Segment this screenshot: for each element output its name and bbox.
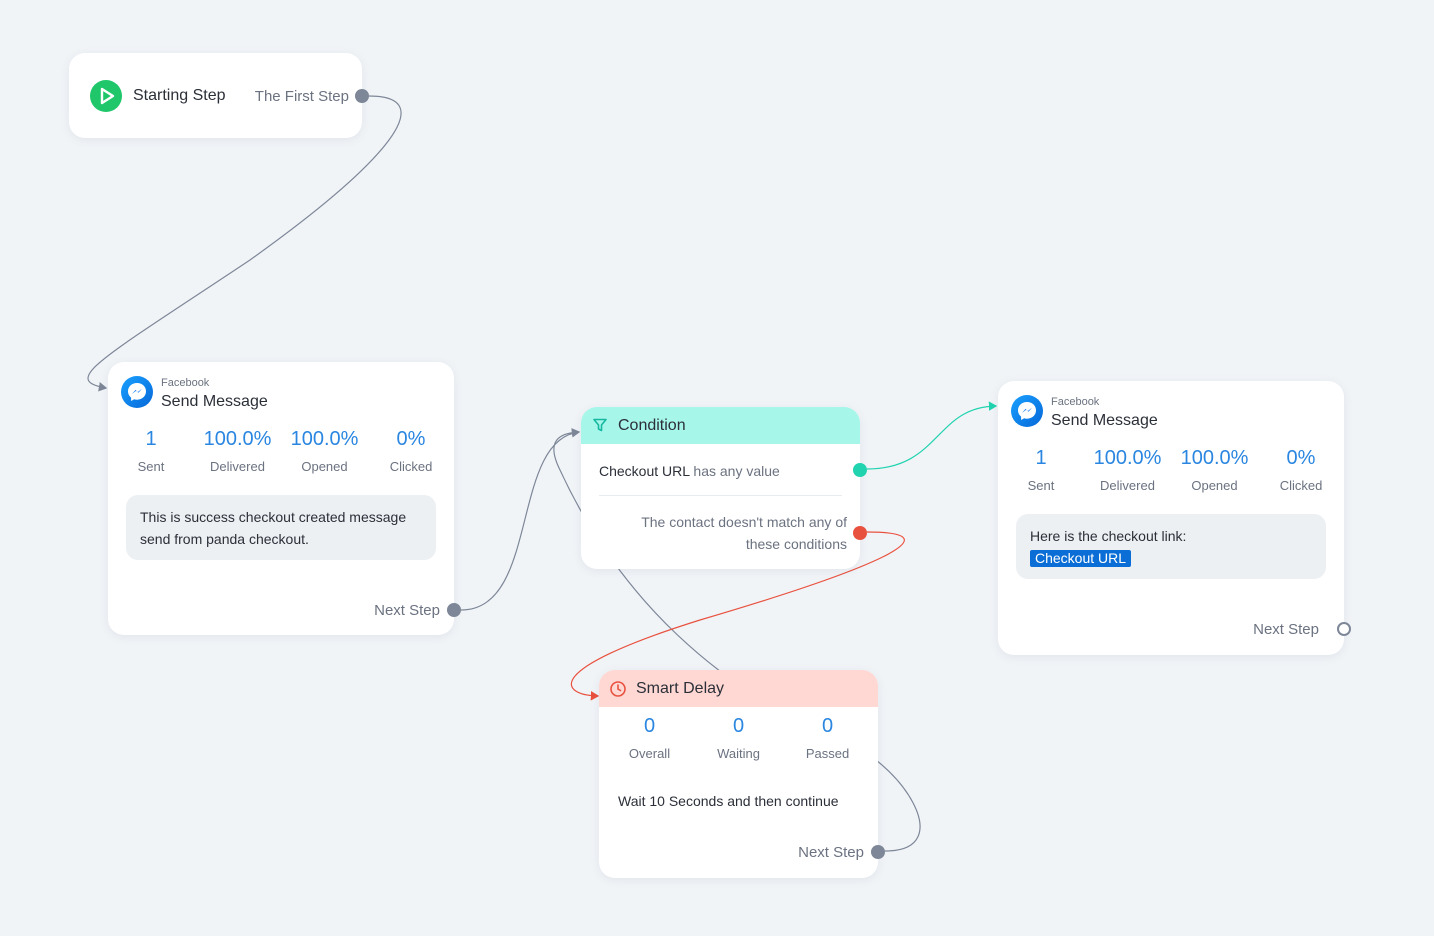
- next-step-label: Next Step: [798, 844, 864, 861]
- condition-operator: has any value: [693, 463, 780, 479]
- node-title: Smart Delay: [636, 680, 725, 697]
- stat-label: Waiting: [717, 746, 760, 761]
- stat-value: 0: [643, 715, 656, 737]
- stat-delivered: 100.0% Delivered: [194, 427, 281, 474]
- output-connector[interactable]: [871, 845, 885, 859]
- wire-condition-match[interactable]: [866, 401, 998, 470]
- smart-delay-node[interactable]: Smart Delay 0 Overall 0 Waiting 0 Passed…: [599, 670, 885, 878]
- stat-label: Passed: [805, 746, 850, 761]
- divider: [599, 495, 842, 496]
- message-bubble: Here is the checkout link: Checkout URL: [1016, 514, 1326, 579]
- stat-value: 1: [145, 428, 157, 450]
- stat-delivered: 100.0% Delivered: [1084, 446, 1171, 493]
- output-connector[interactable]: [355, 89, 369, 103]
- stat-passed: 0 Passed: [788, 714, 868, 761]
- stat-value: 1: [1035, 447, 1047, 469]
- stat-value: 100.0%: [1180, 447, 1249, 469]
- stat-value: 0: [821, 715, 834, 737]
- node-title: Send Message: [1051, 412, 1158, 429]
- stat-label: Opened: [1191, 478, 1238, 493]
- stat-label: Delivered: [210, 459, 265, 474]
- send-message-node[interactable]: Facebook Send Message 1 Sent 100.0% Deli…: [108, 362, 461, 635]
- condition-field: Checkout URL: [599, 463, 690, 479]
- filter-icon: [593, 418, 607, 432]
- output-connector[interactable]: [447, 603, 461, 617]
- stat-label: Delivered: [1100, 478, 1155, 493]
- message-bubble: This is success checkout created message…: [126, 495, 436, 560]
- play-icon: [90, 80, 122, 112]
- stat-sent: 1 Sent: [108, 427, 194, 474]
- output-connector[interactable]: [1337, 622, 1351, 636]
- first-step-label: The First Step: [254, 88, 349, 105]
- platform-label: Facebook: [161, 377, 210, 389]
- delay-suffix: and then continue: [727, 793, 839, 809]
- stat-overall: 0 Overall: [610, 714, 690, 761]
- delay-prefix: Wait: [618, 793, 646, 809]
- node-title: Send Message: [161, 393, 268, 410]
- checkout-url-chip[interactable]: Checkout URL: [1030, 550, 1132, 567]
- platform-label: Facebook: [1051, 396, 1100, 408]
- messenger-icon: [121, 376, 153, 408]
- wire-start-to-message[interactable]: [87, 95, 402, 392]
- match-connector[interactable]: [853, 463, 867, 477]
- fallback-connector[interactable]: [853, 526, 867, 540]
- stat-label: Opened: [301, 459, 348, 474]
- fallback-label: The contact doesn't match any of these c…: [641, 514, 847, 552]
- wire-message-to-condition[interactable]: [460, 428, 581, 611]
- delay-description: Wait 10 Seconds and then continue: [618, 793, 839, 809]
- node-header: Condition: [581, 407, 860, 444]
- stats-row: 0 Overall 0 Waiting 0 Passed: [599, 714, 878, 761]
- starting-step-node[interactable]: Starting Step The First Step: [69, 53, 369, 138]
- stat-value: 100.0%: [1093, 447, 1162, 469]
- send-message-node[interactable]: Facebook Send Message 1 Sent 100.0% Deli…: [998, 381, 1351, 655]
- messenger-icon: [1011, 395, 1043, 427]
- stats-row: 1 Sent 100.0% Delivered 100.0% Opened 0%…: [998, 446, 1344, 493]
- delay-amount: 10 Seconds: [649, 793, 724, 809]
- stat-label: Overall: [628, 746, 671, 761]
- stat-clicked: 0% Clicked: [1258, 446, 1344, 493]
- stat-value: 0: [732, 715, 745, 737]
- message-text: Here is the checkout link:: [1030, 528, 1187, 544]
- stat-sent: 1 Sent: [998, 446, 1084, 493]
- node-title: Starting Step: [133, 87, 226, 104]
- stat-clicked: 0% Clicked: [368, 427, 454, 474]
- stat-label: Sent: [1027, 478, 1055, 493]
- node-title: Condition: [618, 417, 686, 434]
- stats-row: 1 Sent 100.0% Delivered 100.0% Opened 0%…: [108, 427, 454, 474]
- stat-value: 100.0%: [290, 428, 359, 450]
- stat-value: 0%: [396, 428, 426, 450]
- condition-rule: Checkout URL has any value: [599, 463, 780, 479]
- stat-opened: 100.0% Opened: [281, 427, 368, 474]
- condition-node[interactable]: Condition Checkout URL has any value The…: [581, 407, 867, 569]
- stat-label: Clicked: [1279, 478, 1323, 493]
- stat-label: Sent: [137, 459, 165, 474]
- next-step-label: Next Step: [1253, 621, 1319, 638]
- stat-value: 0%: [1286, 447, 1316, 469]
- stat-label: Clicked: [389, 459, 433, 474]
- node-header: Smart Delay: [599, 670, 878, 707]
- stat-waiting: 0 Waiting: [699, 714, 779, 761]
- stat-value: 100.0%: [203, 428, 272, 450]
- stat-opened: 100.0% Opened: [1171, 446, 1258, 493]
- clock-icon: [610, 681, 626, 697]
- next-step-label: Next Step: [374, 602, 440, 619]
